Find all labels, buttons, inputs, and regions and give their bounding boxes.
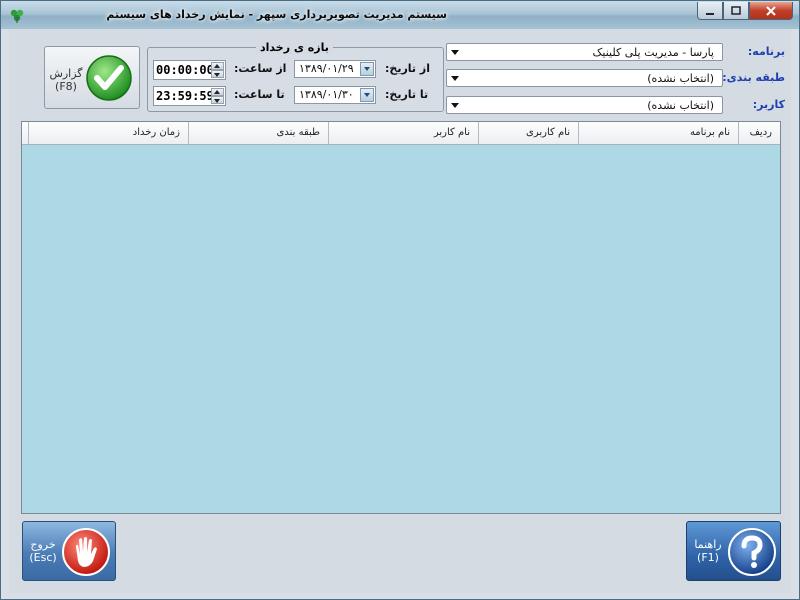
to-date-label: تا تاریخ:: [385, 88, 429, 101]
client-area: گزارش (F8) بازه ی رخداد 00:00:00 از ساعت…: [9, 29, 791, 593]
to-date-picker[interactable]: ۱۳۸۹/۰۱/۳۰: [294, 86, 376, 104]
checkmark-icon: [86, 55, 132, 101]
minimize-icon: [706, 12, 714, 15]
column-header-category[interactable]: طبقه بندی: [188, 122, 328, 144]
program-combo[interactable]: پارسا - مدیریت پلی کلینیک: [446, 43, 723, 61]
column-header-row[interactable]: ردیف: [738, 122, 780, 144]
spin-up-icon[interactable]: [211, 88, 224, 96]
to-time-label: تا ساعت:: [234, 88, 285, 101]
to-time-value: 23:59:59: [156, 89, 214, 103]
category-label: طبقه بندی:: [722, 71, 785, 84]
close-button[interactable]: [749, 2, 793, 20]
help-button-label: راهنما: [694, 538, 722, 551]
to-date-value: ۱۳۸۹/۰۱/۳۰: [299, 88, 354, 101]
window-title: سیستم مدیریت تصویربرداری سپهر - نمایش رخ…: [106, 8, 447, 21]
column-header-username[interactable]: نام کاربری: [478, 122, 578, 144]
maximize-button[interactable]: [723, 2, 749, 20]
program-label: برنامه:: [747, 45, 785, 58]
user-label: کاربر:: [752, 98, 785, 111]
from-date-label: از تاریخ:: [385, 62, 430, 75]
dropdown-arrow-icon: [451, 50, 459, 55]
program-value: پارسا - مدیریت پلی کلینیک: [592, 46, 714, 59]
report-button-key: (F8): [55, 80, 77, 93]
exit-button[interactable]: خروج (Esc): [22, 521, 116, 581]
maximize-icon: [731, 5, 741, 15]
user-combo[interactable]: (انتخاب نشده): [446, 96, 723, 114]
stop-hand-icon: [62, 528, 110, 576]
column-header-program[interactable]: نام برنامه: [578, 122, 738, 144]
exit-button-key: (Esc): [29, 551, 57, 564]
to-time-spinner[interactable]: 23:59:59: [153, 86, 226, 106]
dropdown-arrow-icon: [451, 103, 459, 108]
event-range-group: بازه ی رخداد 00:00:00 از ساعت: ۱۳۸۹/۰۱/۲…: [147, 41, 444, 112]
dropdown-arrow-icon[interactable]: [360, 88, 374, 102]
close-icon: [766, 5, 776, 16]
report-button[interactable]: گزارش (F8): [44, 46, 140, 109]
from-time-spinner[interactable]: 00:00:00: [153, 60, 226, 80]
grid-header: ردیف نام برنامه نام کاربری نام کاربر طبق…: [22, 122, 780, 145]
help-button-key: (F1): [697, 551, 719, 564]
column-header-user[interactable]: نام کاربر: [328, 122, 478, 144]
event-range-title: بازه ی رخداد: [256, 41, 333, 54]
title-bar[interactable]: سیستم مدیریت تصویربرداری سپهر - نمایش رخ…: [1, 1, 799, 29]
category-value: (انتخاب نشده): [647, 72, 714, 85]
help-button[interactable]: راهنما (F1): [686, 521, 781, 581]
report-button-label: گزارش: [49, 67, 83, 80]
events-grid[interactable]: ردیف نام برنامه نام کاربری نام کاربر طبق…: [21, 121, 781, 514]
spin-down-icon[interactable]: [211, 96, 224, 104]
spin-down-icon[interactable]: [211, 70, 224, 78]
user-value: (انتخاب نشده): [647, 99, 714, 112]
dropdown-arrow-icon[interactable]: [360, 62, 374, 76]
column-header-event-time[interactable]: زمان رخداد: [28, 122, 188, 144]
clover-app-icon: [10, 9, 24, 23]
from-date-value: ۱۳۸۹/۰۱/۲۹: [299, 62, 354, 75]
from-time-label: از ساعت:: [234, 62, 287, 75]
from-time-value: 00:00:00: [156, 63, 214, 77]
dropdown-arrow-icon: [451, 76, 459, 81]
category-combo[interactable]: (انتخاب نشده): [446, 69, 723, 87]
from-date-picker[interactable]: ۱۳۸۹/۰۱/۲۹: [294, 60, 376, 78]
exit-button-label: خروج: [30, 538, 56, 551]
spin-up-icon[interactable]: [211, 62, 224, 70]
minimize-button[interactable]: [697, 2, 723, 20]
question-mark-icon: [728, 528, 776, 576]
main-window: سیستم مدیریت تصویربرداری سپهر - نمایش رخ…: [0, 0, 800, 600]
